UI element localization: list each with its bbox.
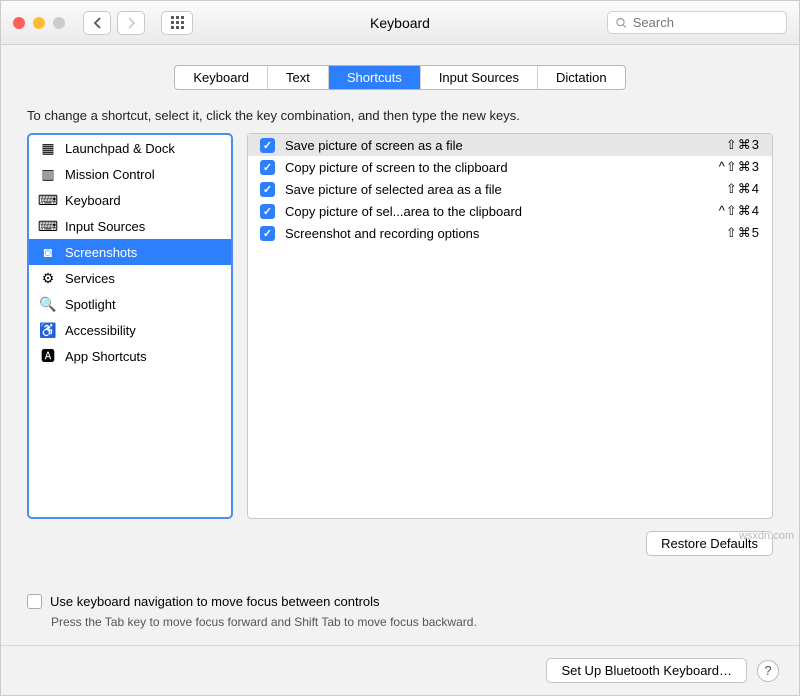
app-icon: 🅰 bbox=[39, 347, 57, 365]
spotlight-icon: 🔍 bbox=[39, 295, 57, 313]
footer-options: Use keyboard navigation to move focus be… bbox=[27, 594, 773, 629]
category-item-input-sources[interactable]: ⌨ Input Sources bbox=[29, 213, 231, 239]
shortcut-row[interactable]: ✓ Save picture of screen as a file ⇧⌘3 bbox=[248, 134, 772, 156]
launchpad-icon: ▦ bbox=[39, 139, 57, 157]
shortcut-label: Copy picture of screen to the clipboard bbox=[285, 160, 682, 175]
forward-button[interactable] bbox=[117, 11, 145, 35]
shortcut-key[interactable]: ^⇧⌘4 bbox=[692, 203, 760, 219]
shortcut-checkbox[interactable]: ✓ bbox=[260, 182, 275, 197]
category-label: Spotlight bbox=[65, 297, 116, 312]
minimize-button[interactable] bbox=[33, 17, 45, 29]
window-controls bbox=[13, 17, 65, 29]
shortcut-key[interactable]: ^⇧⌘3 bbox=[692, 159, 760, 175]
panels: ▦ Launchpad & Dock ▥ Mission Control ⌨ Keyboa… bbox=[27, 133, 773, 519]
close-button[interactable] bbox=[13, 17, 25, 29]
category-label: Accessibility bbox=[65, 323, 136, 338]
search-input[interactable] bbox=[633, 15, 778, 30]
nav-buttons bbox=[83, 11, 145, 35]
category-label: Mission Control bbox=[65, 167, 155, 182]
tab-input-sources[interactable]: Input Sources bbox=[421, 66, 538, 89]
tab-bar: KeyboardTextShortcutsInput SourcesDictat… bbox=[27, 65, 773, 90]
shortcut-row[interactable]: ✓ Copy picture of screen to the clipboard… bbox=[248, 156, 772, 178]
search-icon bbox=[616, 17, 627, 29]
shortcut-label: Copy picture of sel...area to the clipbo… bbox=[285, 204, 682, 219]
shortcut-key[interactable]: ⇧⌘5 bbox=[692, 225, 760, 241]
shortcut-list[interactable]: ✓ Save picture of screen as a file ⇧⌘3 ✓ Cop… bbox=[247, 133, 773, 519]
window-title: Keyboard bbox=[203, 15, 597, 31]
category-item-screenshots[interactable]: ◙ Screenshots bbox=[29, 239, 231, 265]
shortcut-row[interactable]: ✓ Screenshot and recording options ⇧⌘5 bbox=[248, 222, 772, 244]
services-icon: ⚙ bbox=[39, 269, 57, 287]
footer-hint: Press the Tab key to move focus forward … bbox=[51, 615, 773, 629]
category-label: App Shortcuts bbox=[65, 349, 147, 364]
category-item-spotlight[interactable]: 🔍 Spotlight bbox=[29, 291, 231, 317]
shortcut-checkbox[interactable]: ✓ bbox=[260, 138, 275, 153]
shortcut-row[interactable]: ✓ Save picture of selected area as a file… bbox=[248, 178, 772, 200]
titlebar: Keyboard bbox=[1, 1, 799, 45]
mission-icon: ▥ bbox=[39, 165, 57, 183]
preferences-window: Keyboard KeyboardTextShortcutsInput Sour… bbox=[0, 0, 800, 696]
bottom-bar: Set Up Bluetooth Keyboard… ? bbox=[1, 645, 799, 695]
tab-dictation[interactable]: Dictation bbox=[538, 66, 625, 89]
shortcut-key[interactable]: ⇧⌘3 bbox=[692, 137, 760, 153]
shortcut-label: Screenshot and recording options bbox=[285, 226, 682, 241]
category-item-services[interactable]: ⚙ Services bbox=[29, 265, 231, 291]
shortcut-label: Save picture of selected area as a file bbox=[285, 182, 682, 197]
shortcut-checkbox[interactable]: ✓ bbox=[260, 204, 275, 219]
instructions-label: To change a shortcut, select it, click t… bbox=[27, 108, 773, 123]
back-button[interactable] bbox=[83, 11, 111, 35]
show-all-button[interactable] bbox=[161, 11, 193, 35]
accessibility-icon: ♿ bbox=[39, 321, 57, 339]
input-icon: ⌨ bbox=[39, 217, 57, 235]
category-list[interactable]: ▦ Launchpad & Dock ▥ Mission Control ⌨ Keyboa… bbox=[27, 133, 233, 519]
shortcut-checkbox[interactable]: ✓ bbox=[260, 226, 275, 241]
category-item-launchpad-dock[interactable]: ▦ Launchpad & Dock bbox=[29, 135, 231, 161]
help-button[interactable]: ? bbox=[757, 660, 779, 682]
search-field[interactable] bbox=[607, 11, 787, 34]
shortcut-label: Save picture of screen as a file bbox=[285, 138, 682, 153]
screenshot-icon: ◙ bbox=[39, 243, 57, 261]
keyboard-icon: ⌨ bbox=[39, 191, 57, 209]
category-item-mission-control[interactable]: ▥ Mission Control bbox=[29, 161, 231, 187]
category-label: Services bbox=[65, 271, 115, 286]
shortcut-checkbox[interactable]: ✓ bbox=[260, 160, 275, 175]
category-item-accessibility[interactable]: ♿ Accessibility bbox=[29, 317, 231, 343]
content-area: KeyboardTextShortcutsInput SourcesDictat… bbox=[1, 45, 799, 645]
shortcut-row[interactable]: ✓ Copy picture of sel...area to the clipb… bbox=[248, 200, 772, 222]
category-item-app-shortcuts[interactable]: 🅰 App Shortcuts bbox=[29, 343, 231, 369]
category-label: Launchpad & Dock bbox=[65, 141, 175, 156]
tab-shortcuts[interactable]: Shortcuts bbox=[329, 66, 421, 89]
category-label: Input Sources bbox=[65, 219, 145, 234]
zoom-button[interactable] bbox=[53, 17, 65, 29]
category-label: Screenshots bbox=[65, 245, 137, 260]
tab-text[interactable]: Text bbox=[268, 66, 329, 89]
grid-icon bbox=[171, 16, 184, 29]
keyboard-navigation-checkbox[interactable] bbox=[27, 594, 42, 609]
watermark: wsxdn.com bbox=[739, 530, 794, 542]
keyboard-navigation-label: Use keyboard navigation to move focus be… bbox=[50, 594, 380, 609]
shortcut-key[interactable]: ⇧⌘4 bbox=[692, 181, 760, 197]
category-item-keyboard[interactable]: ⌨ Keyboard bbox=[29, 187, 231, 213]
tab-keyboard[interactable]: Keyboard bbox=[175, 66, 268, 89]
bluetooth-keyboard-button[interactable]: Set Up Bluetooth Keyboard… bbox=[546, 658, 747, 683]
category-label: Keyboard bbox=[65, 193, 121, 208]
